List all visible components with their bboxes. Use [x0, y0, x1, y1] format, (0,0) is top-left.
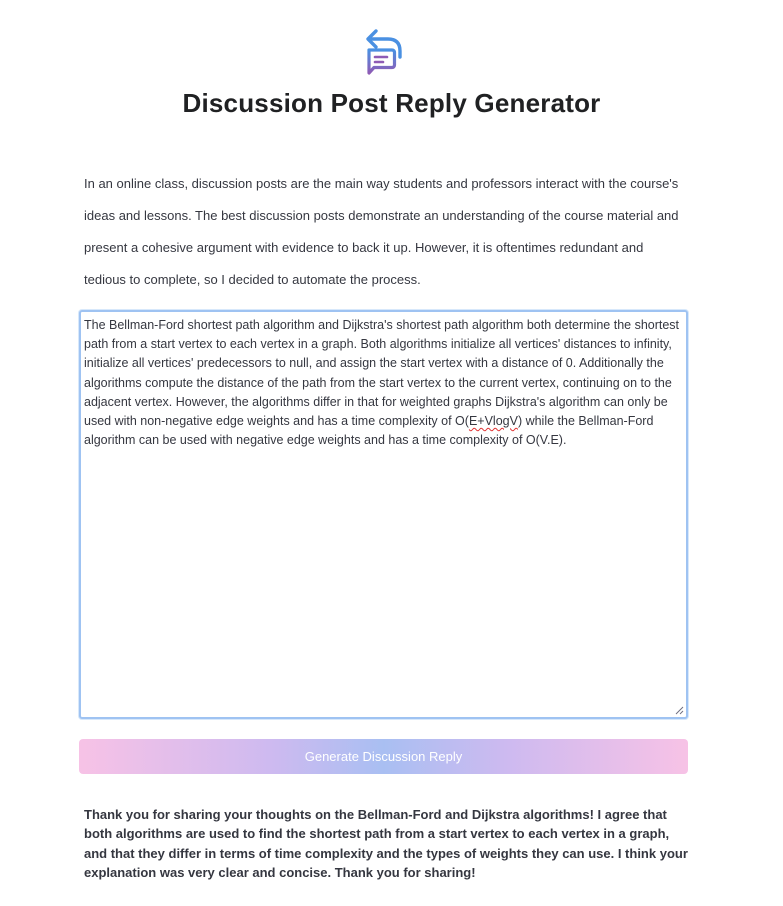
input-text-part-1: The Bellman-Ford shortest path algorithm… [84, 318, 680, 429]
misspelled-word[interactable]: E+VlogV [469, 414, 518, 428]
discussion-post-input[interactable]: The Bellman-Ford shortest path algorithm… [79, 310, 688, 719]
generate-reply-button[interactable]: Generate Discussion Reply [79, 739, 688, 774]
resize-handle-icon[interactable] [674, 705, 684, 715]
chat-reply-icon [366, 29, 402, 75]
intro-paragraph: In an online class, discussion posts are… [84, 176, 679, 287]
page-title: Discussion Post Reply Generator [182, 88, 601, 118]
generated-reply: Thank you for sharing your thoughts on t… [84, 807, 688, 880]
discussion-post-text[interactable]: The Bellman-Ford shortest path algorithm… [84, 316, 680, 450]
